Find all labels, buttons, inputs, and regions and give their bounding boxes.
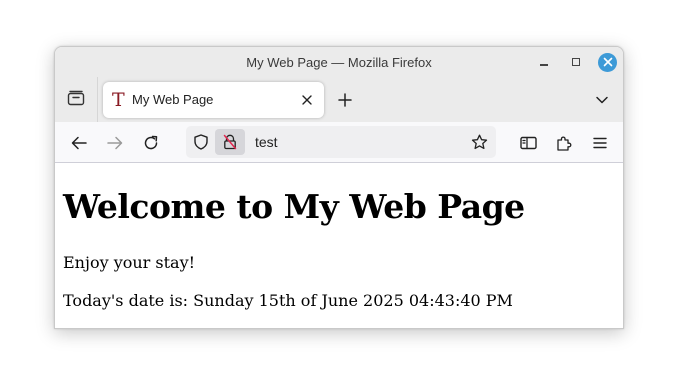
close-icon [302,95,312,105]
tab-label: My Web Page [132,92,214,107]
tab-my-web-page[interactable]: T My Web Page [103,82,324,118]
close-icon [603,57,612,67]
menu-icon [593,137,607,149]
tab-favicon-icon: T [112,89,125,111]
chevron-down-icon [596,96,608,104]
url-bar[interactable]: test [186,126,496,158]
maximize-icon [572,58,580,66]
sidebar-icon [519,136,537,150]
navigation-toolbar: test [55,122,623,163]
extensions-button[interactable] [552,131,576,155]
tracking-protection-button[interactable] [190,131,212,153]
page-heading: Welcome to My Web Page [63,187,525,226]
site-permissions-button[interactable] [215,129,245,155]
plus-icon [338,93,352,107]
window-controls [534,52,617,72]
page-content: Welcome to My Web Page Enjoy your stay! … [55,163,623,328]
reload-icon [144,135,158,150]
window-title: My Web Page — Mozilla Firefox [246,54,432,70]
forward-icon [107,136,123,150]
forward-button[interactable] [103,131,127,155]
maximize-button[interactable] [566,52,586,72]
bookmark-button[interactable] [468,131,490,153]
close-button[interactable] [598,52,617,72]
star-icon [471,134,487,150]
back-button[interactable] [67,131,91,155]
back-icon [71,136,87,150]
tab-separator [97,77,98,122]
reload-button[interactable] [139,131,163,155]
sidebar-button[interactable] [516,131,540,155]
firefox-view-icon [67,90,85,106]
page-paragraph: Enjoy your stay! [63,253,196,272]
extensions-icon [557,136,572,151]
minimize-button[interactable] [534,52,554,72]
date-line: Today's date is: Sunday 15th of June 202… [63,291,513,310]
firefox-view-button[interactable] [65,87,87,109]
shield-icon [194,134,208,150]
title-bar[interactable]: My Web Page — Mozilla Firefox [55,47,623,77]
url-text: test [255,134,278,150]
tab-bar: T My Web Page [55,77,623,122]
tab-close-button[interactable] [298,91,316,109]
app-menu-button[interactable] [588,131,612,155]
insecure-lock-icon [223,134,237,150]
new-tab-button[interactable] [334,89,356,111]
list-all-tabs-button[interactable] [591,89,613,111]
minimize-icon [540,64,548,66]
browser-window: My Web Page — Mozilla Firefox T My Web P… [54,46,624,329]
